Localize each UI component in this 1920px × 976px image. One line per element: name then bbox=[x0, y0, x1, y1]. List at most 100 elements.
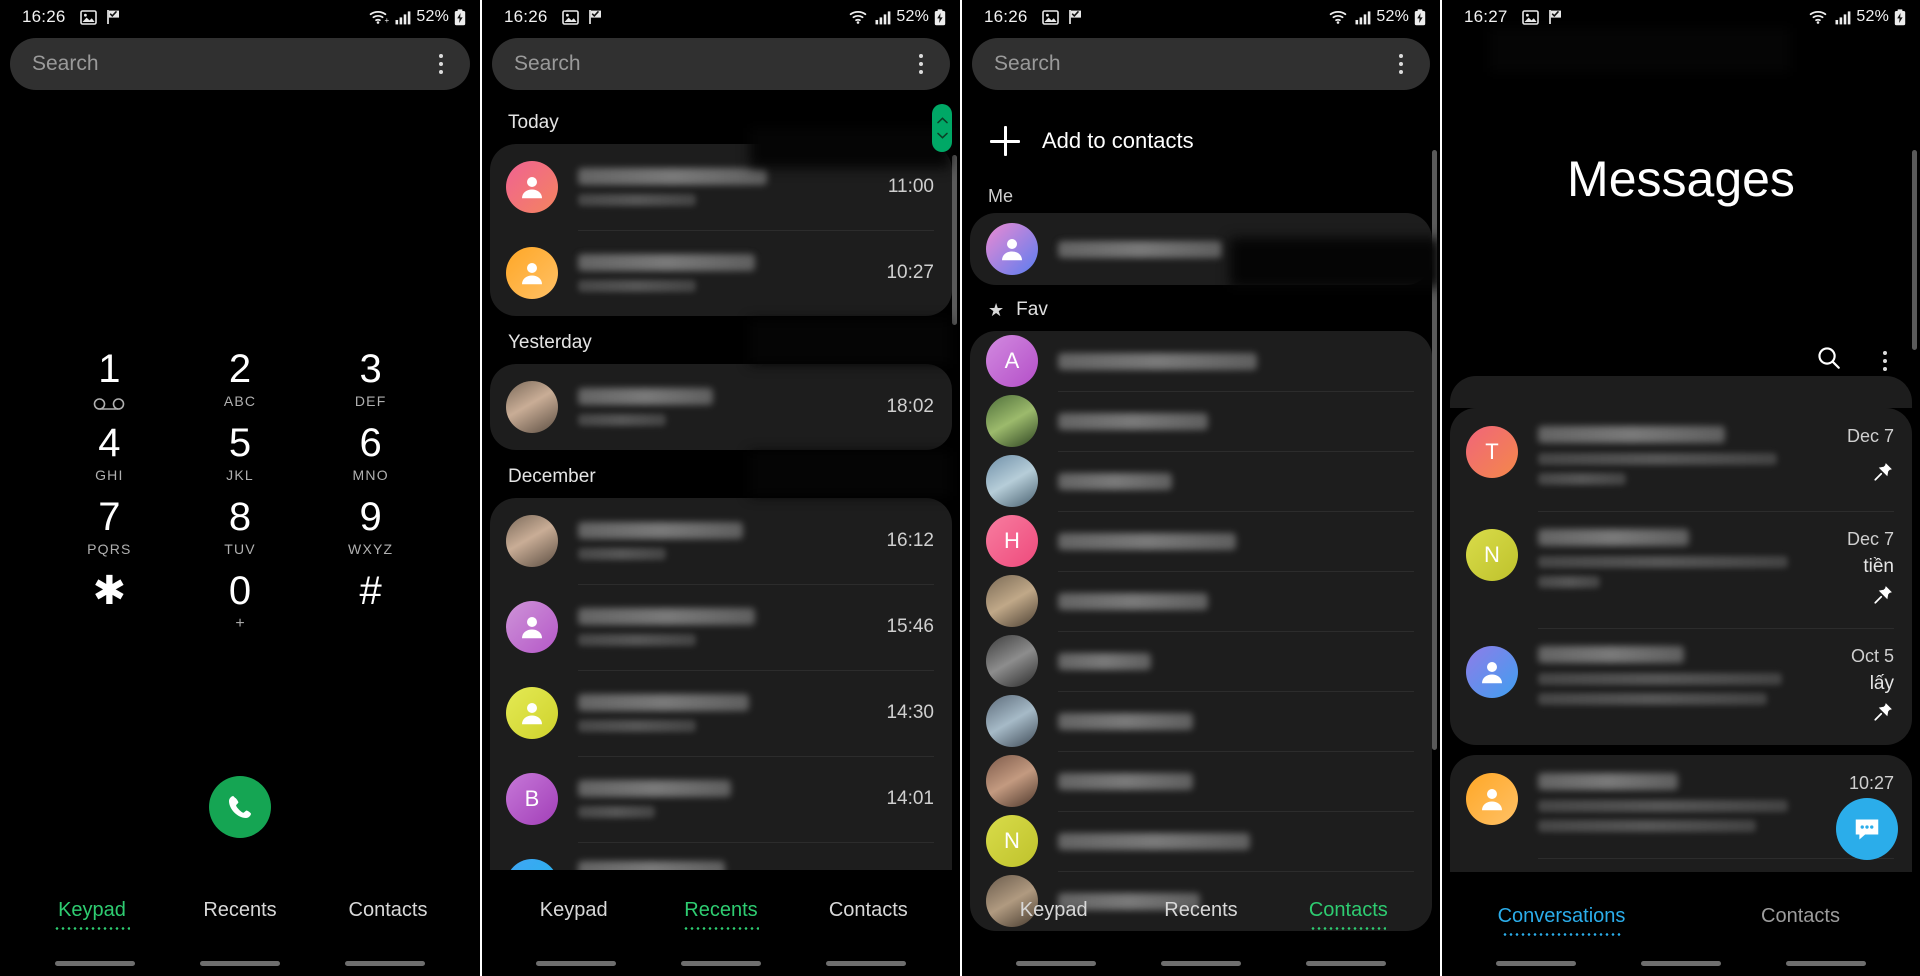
nav-recents-button[interactable] bbox=[22, 961, 167, 966]
tab-keypad[interactable]: Keypad bbox=[18, 899, 166, 930]
nav-recents-button[interactable] bbox=[504, 961, 649, 966]
search-bar[interactable]: Search bbox=[972, 38, 1430, 90]
contact-row[interactable] bbox=[970, 571, 1432, 631]
tab-recents[interactable]: Recents bbox=[647, 899, 794, 930]
nav-recents-button[interactable] bbox=[984, 961, 1129, 966]
recents-row[interactable]: 16:12 bbox=[490, 498, 952, 584]
recents-row[interactable]: 15:46 bbox=[490, 584, 952, 670]
contact-row[interactable]: A bbox=[970, 331, 1432, 391]
recents-row[interactable]: 18:02 bbox=[490, 364, 952, 450]
recents-row[interactable]: B 14:01 bbox=[490, 756, 952, 842]
conversations-list[interactable]: T Dec 7 N Dec 7 tiền Oct 5 lấy 10:27 bbox=[1442, 408, 1920, 872]
contact-row[interactable] bbox=[970, 691, 1432, 751]
tab-messages-contacts[interactable]: Contacts bbox=[1681, 905, 1920, 936]
tab-recents-label: Recents bbox=[203, 899, 277, 921]
nav-back-button[interactable] bbox=[793, 961, 938, 966]
recents-group-today: 11:00 10:27 bbox=[490, 144, 952, 316]
scrollbar-thumb[interactable] bbox=[1912, 150, 1917, 350]
dial-key-8[interactable]: 8 TUV bbox=[175, 496, 306, 570]
conversation-row[interactable]: 999 09:25 bbox=[1450, 858, 1912, 872]
nav-home-button[interactable] bbox=[1609, 961, 1754, 966]
contact-row[interactable]: N bbox=[970, 811, 1432, 871]
avatar: H bbox=[986, 515, 1038, 567]
conversation-row[interactable]: T Dec 7 bbox=[1450, 408, 1912, 511]
nav-home-button[interactable] bbox=[649, 961, 794, 966]
recents-row[interactable]: 14:30 bbox=[490, 670, 952, 756]
search-icon[interactable] bbox=[1816, 345, 1842, 376]
dialpad-row-4: ✱ 0 + # bbox=[44, 570, 436, 644]
conversation-row[interactable]: N Dec 7 tiền bbox=[1450, 511, 1912, 628]
nav-home-button[interactable] bbox=[167, 961, 312, 966]
contact-row[interactable] bbox=[970, 751, 1432, 811]
contact-row[interactable] bbox=[970, 391, 1432, 451]
phone-tab-bar: Keypad Recents Contacts bbox=[962, 899, 1440, 930]
conversation-text bbox=[1538, 426, 1798, 493]
dial-key-7[interactable]: 7 PQRS bbox=[44, 496, 175, 570]
fast-scroll-handle[interactable] bbox=[932, 104, 952, 152]
recents-row[interactable]: 10:27 bbox=[490, 230, 952, 316]
more-options-icon[interactable] bbox=[1388, 51, 1414, 77]
search-bar[interactable]: Search bbox=[10, 38, 470, 90]
add-to-contacts-button[interactable]: Add to contacts bbox=[962, 104, 1440, 178]
status-bar: 16:26 52% bbox=[962, 0, 1440, 34]
dial-key-star[interactable]: ✱ bbox=[44, 570, 175, 644]
call-time: 16:12 bbox=[886, 530, 934, 551]
dial-key-5[interactable]: 5 JKL bbox=[175, 422, 306, 496]
contact-row[interactable] bbox=[970, 631, 1432, 691]
favorites-header: ★ Fav bbox=[962, 285, 1440, 331]
tab-keypad[interactable]: Keypad bbox=[980, 899, 1127, 930]
nav-recents-button[interactable] bbox=[1464, 961, 1609, 966]
more-options-icon[interactable] bbox=[1872, 348, 1898, 374]
tab-contacts[interactable]: Contacts bbox=[795, 899, 942, 930]
tab-contacts[interactable]: Contacts bbox=[314, 899, 462, 930]
dial-key-0[interactable]: 0 + bbox=[175, 570, 306, 644]
system-nav-bar bbox=[0, 961, 480, 966]
avatar: N bbox=[1466, 529, 1518, 581]
conversation-row[interactable]: Oct 5 lấy bbox=[1450, 628, 1912, 745]
new-conversation-button[interactable] bbox=[1836, 798, 1898, 860]
nav-back-button[interactable] bbox=[313, 961, 458, 966]
more-options-icon[interactable] bbox=[908, 51, 934, 77]
tab-keypad[interactable]: Keypad bbox=[500, 899, 647, 930]
tab-recents[interactable]: Recents bbox=[166, 899, 314, 930]
tab-contacts[interactable]: Contacts bbox=[1275, 899, 1422, 930]
contact-row[interactable]: H bbox=[970, 511, 1432, 571]
tab-recents[interactable]: Recents bbox=[1127, 899, 1274, 930]
battery-percent: 52% bbox=[1856, 8, 1889, 25]
call-button[interactable] bbox=[209, 776, 271, 838]
conversation-name-redacted bbox=[1538, 773, 1679, 790]
search-bar[interactable]: Search bbox=[492, 38, 950, 90]
avatar bbox=[506, 247, 558, 299]
search-input[interactable]: Search bbox=[994, 52, 1061, 76]
dial-key-1[interactable]: 1 bbox=[44, 348, 175, 422]
wifi-icon bbox=[1810, 10, 1827, 24]
search-input[interactable]: Search bbox=[514, 52, 581, 76]
dial-key-3[interactable]: 3 DEF bbox=[305, 348, 436, 422]
recents-group-yesterday: 18:02 bbox=[490, 364, 952, 450]
dial-key-2[interactable]: 2 ABC bbox=[175, 348, 306, 422]
contact-row[interactable] bbox=[970, 451, 1432, 511]
conversation-date: Oct 5 bbox=[1850, 646, 1894, 666]
dial-key-hash[interactable]: # bbox=[305, 570, 436, 644]
avatar bbox=[986, 223, 1038, 275]
nav-home-button[interactable] bbox=[1129, 961, 1274, 966]
battery-percent: 52% bbox=[896, 8, 929, 25]
nav-back-button[interactable] bbox=[1753, 961, 1898, 966]
tab-conversations[interactable]: Conversations bbox=[1442, 905, 1681, 936]
avatar bbox=[986, 755, 1038, 807]
dial-key-9[interactable]: 9 WXYZ bbox=[305, 496, 436, 570]
dial-key-6[interactable]: 6 MNO bbox=[305, 422, 436, 496]
dial-key-3-letters: DEF bbox=[354, 393, 387, 409]
avatar bbox=[506, 161, 558, 213]
panel-phone-recents: 16:26 52% Search Today 11:00 10:27 Yeste… bbox=[480, 0, 960, 976]
conversation-preview-redacted bbox=[1538, 673, 1783, 685]
tab-recents-label: Recents bbox=[684, 899, 758, 921]
contacts-list[interactable]: A H N bbox=[970, 331, 1432, 931]
more-options-icon[interactable] bbox=[428, 51, 454, 77]
conversation-preview-redacted bbox=[1538, 693, 1767, 705]
nav-back-button[interactable] bbox=[1273, 961, 1418, 966]
recents-row[interactable]: Unsaved 09:07 bbox=[490, 842, 952, 870]
search-input[interactable]: Search bbox=[32, 52, 99, 76]
dial-key-4[interactable]: 4 GHI bbox=[44, 422, 175, 496]
svg-text:+: + bbox=[385, 16, 390, 25]
